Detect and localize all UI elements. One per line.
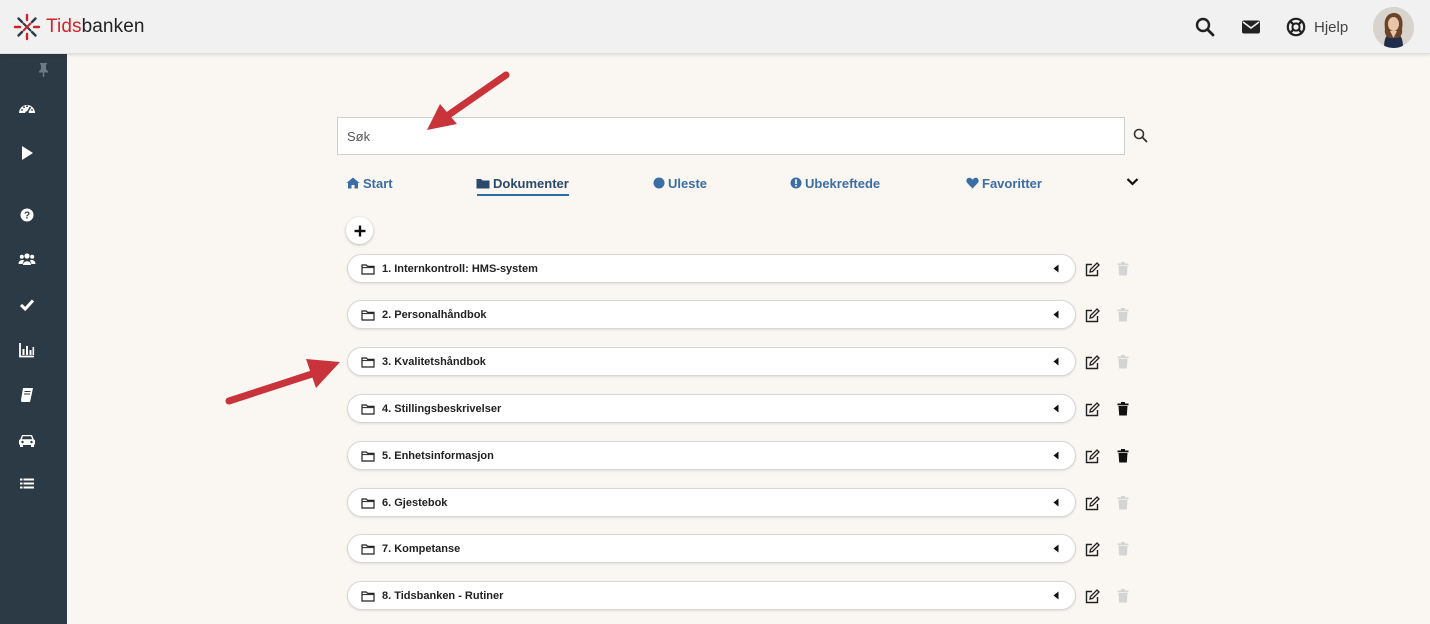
annotation-arrow-folder (225, 359, 340, 405)
pin-icon[interactable] (37, 62, 50, 78)
folder-label: 5. Enhetsinformasjon (382, 449, 494, 462)
question-icon[interactable]: ? (18, 206, 36, 224)
search-icon[interactable] (1195, 17, 1215, 37)
folder-outline-icon (361, 403, 375, 415)
caret-left-icon[interactable] (1053, 544, 1059, 553)
trash-icon[interactable] (1117, 402, 1129, 416)
tab-label: Ubekreftede (805, 175, 881, 191)
avatar-image (1373, 7, 1414, 48)
users-icon[interactable] (18, 250, 36, 268)
tab-label: Dokumenter (493, 175, 569, 191)
chevron-down-icon[interactable] (1125, 174, 1140, 189)
folder-label: 6. Gjestebok (382, 496, 448, 509)
folder-row[interactable]: 7. Kompetanse (347, 534, 1076, 563)
trash-icon[interactable] (1117, 542, 1129, 556)
folder-row[interactable]: 5. Enhetsinformasjon (347, 441, 1076, 470)
help-label: Hjelp (1314, 18, 1349, 36)
heart-icon (966, 177, 979, 189)
folder-row[interactable]: 6. Gjestebok (347, 488, 1076, 517)
folder-label: 7. Kompetanse (382, 542, 461, 555)
folder-label: 4. Stillingsbeskrivelser (382, 402, 502, 415)
folder-label: 1. Internkontroll: HMS-system (382, 262, 538, 275)
folder-outline-icon (361, 543, 375, 555)
edit-icon[interactable] (1085, 589, 1100, 604)
bar-chart-icon[interactable] (18, 341, 36, 359)
folder-icon (476, 178, 490, 188)
folder-outline-icon (361, 309, 375, 321)
folder-label: 2. Personalhåndbok (382, 308, 487, 321)
list-icon[interactable] (18, 475, 36, 493)
folder-row[interactable]: 1. Internkontroll: HMS-system (347, 254, 1076, 283)
trash-icon[interactable] (1117, 262, 1129, 276)
brand-name: Tidsbanken (46, 16, 145, 37)
help-link[interactable]: Hjelp (1286, 17, 1348, 37)
tab-dokumenter[interactable]: Dokumenter (476, 173, 569, 193)
plus-icon (354, 225, 365, 236)
document-search (337, 117, 1125, 155)
folder-row[interactable]: 3. Kvalitetshåndbok (347, 347, 1076, 376)
brand-logo[interactable]: Tidsbanken (13, 13, 145, 41)
tab-label: Start (363, 175, 393, 191)
edit-icon[interactable] (1085, 308, 1100, 323)
folder-outline-icon (361, 356, 375, 368)
caret-left-icon[interactable] (1053, 591, 1059, 600)
edit-icon[interactable] (1085, 262, 1100, 277)
svg-text:?: ? (24, 211, 30, 222)
caret-left-icon[interactable] (1053, 357, 1059, 366)
home-icon (346, 177, 360, 189)
info-circle-icon (790, 177, 802, 189)
avatar[interactable] (1373, 7, 1414, 48)
search-submit-icon[interactable] (1133, 128, 1148, 143)
folder-row[interactable]: 8. Tidsbanken - Rutiner (347, 581, 1076, 610)
lifebuoy-icon (1286, 17, 1306, 37)
add-document-button[interactable] (346, 217, 373, 244)
car-icon[interactable] (18, 431, 36, 449)
trash-icon[interactable] (1117, 449, 1129, 463)
trash-icon[interactable] (1117, 308, 1129, 322)
edit-icon[interactable] (1085, 496, 1100, 511)
tab-ubekreftede[interactable]: Ubekreftede (790, 173, 880, 193)
caret-left-icon[interactable] (1053, 404, 1059, 413)
active-tab-indicator (477, 194, 569, 196)
trash-icon[interactable] (1117, 355, 1129, 369)
tab-label: Favoritter (982, 175, 1042, 191)
caret-left-icon[interactable] (1053, 310, 1059, 319)
sidebar: ? (0, 54, 67, 624)
dashboard-icon[interactable] (18, 100, 36, 118)
search-input[interactable] (338, 118, 1124, 154)
edit-icon[interactable] (1085, 355, 1100, 370)
check-icon[interactable] (18, 296, 36, 314)
edit-icon[interactable] (1085, 402, 1100, 417)
top-bar: Tidsbanken Hjelp (0, 0, 1430, 54)
book-icon[interactable] (18, 386, 36, 404)
trash-icon[interactable] (1117, 496, 1129, 510)
tab-uleste[interactable]: Uleste (653, 173, 707, 193)
folder-outline-icon (361, 263, 375, 275)
play-icon[interactable] (18, 144, 36, 162)
edit-icon[interactable] (1085, 449, 1100, 464)
caret-left-icon[interactable] (1053, 451, 1059, 460)
folder-outline-icon (361, 450, 375, 462)
caret-left-icon[interactable] (1053, 264, 1059, 273)
mail-icon[interactable] (1241, 17, 1261, 37)
edit-icon[interactable] (1085, 542, 1100, 557)
folder-outline-icon (361, 497, 375, 509)
folder-label: 3. Kvalitetshåndbok (382, 355, 486, 368)
circle-icon (653, 177, 665, 189)
tab-start[interactable]: Start (346, 173, 393, 193)
folder-label: 8. Tidsbanken - Rutiner (382, 589, 504, 602)
folder-outline-icon (361, 590, 375, 602)
tab-favoritter[interactable]: Favoritter (966, 173, 1042, 193)
trash-icon[interactable] (1117, 589, 1129, 603)
tab-label: Uleste (668, 175, 708, 191)
caret-left-icon[interactable] (1053, 498, 1059, 507)
folder-row[interactable]: 2. Personalhåndbok (347, 300, 1076, 329)
logo-mark-icon (13, 13, 41, 41)
folder-row[interactable]: 4. Stillingsbeskrivelser (347, 394, 1076, 423)
